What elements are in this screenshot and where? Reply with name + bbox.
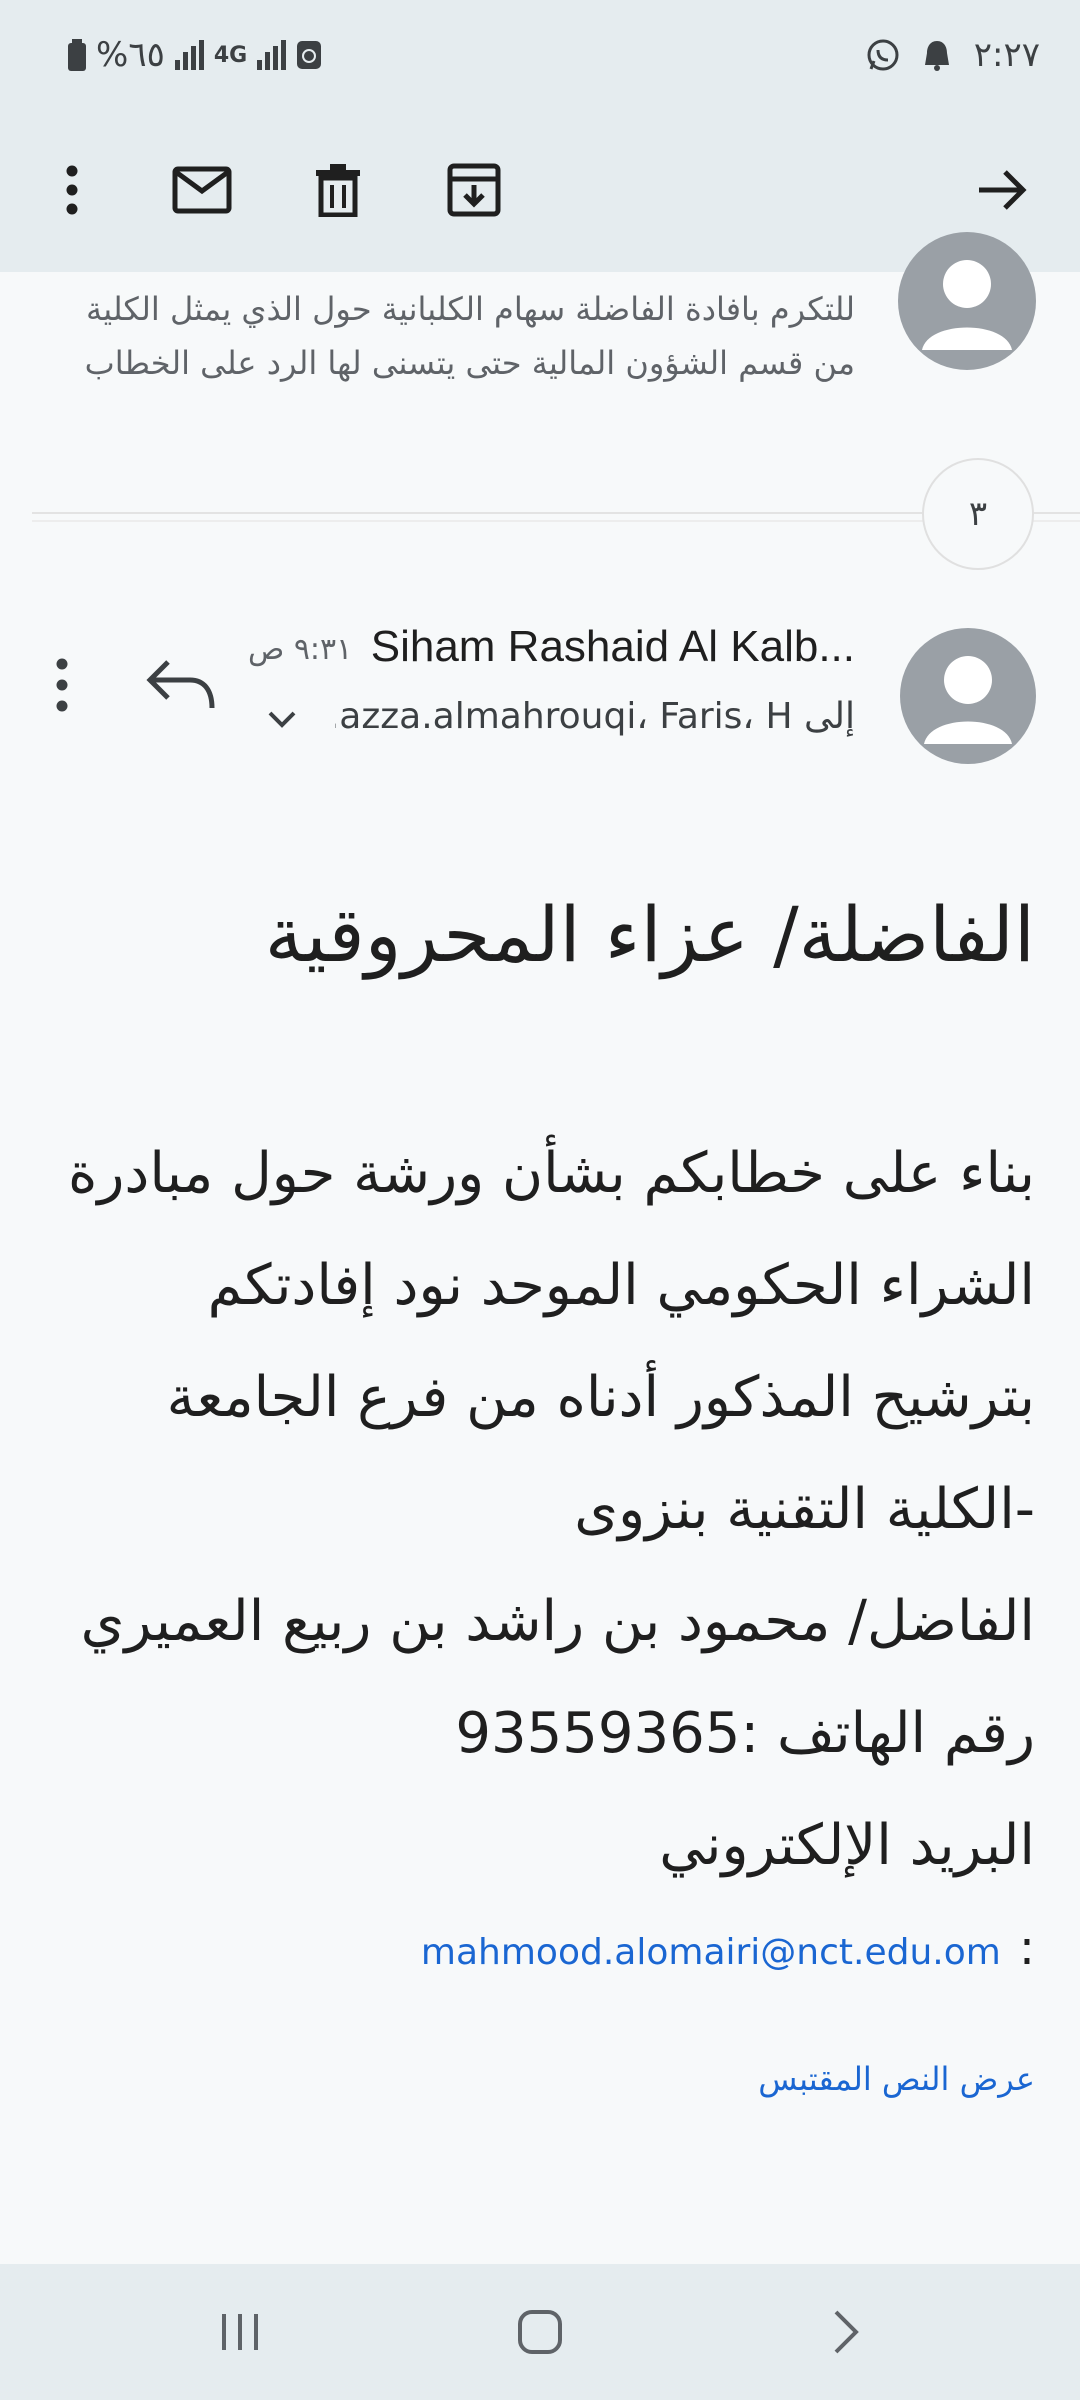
message-body: بناء على خطابكم بشأن ورشة حول مبادرة الش… bbox=[25, 1118, 1035, 1902]
battery-icon bbox=[68, 39, 86, 71]
mark-unread-button[interactable] bbox=[162, 150, 242, 230]
network-type: 4G bbox=[213, 42, 248, 68]
body-salutation: الفاضلة/ عزاء المحروقية bbox=[264, 890, 1035, 979]
clock: ٢:٢٧ bbox=[973, 35, 1040, 75]
sender-name: Siham Rashaid Al Kalb... bbox=[295, 622, 855, 672]
whatsapp-icon bbox=[867, 39, 899, 71]
delete-icon bbox=[316, 164, 360, 217]
delete-button[interactable] bbox=[298, 150, 378, 230]
body-line: الشراء الحكومي الموحد نود إفادتكم bbox=[207, 1253, 1035, 1318]
message-more-button[interactable] bbox=[42, 650, 82, 720]
more-options-button[interactable] bbox=[32, 150, 112, 230]
preview-line: للتكرم بافادة الفاضلة سهام الكلبانية حول… bbox=[86, 290, 855, 328]
body-line: البريد الإلكتروني bbox=[659, 1813, 1035, 1878]
chevron-right-icon bbox=[834, 2310, 859, 2354]
body-line: الفاضل/ محمود بن راشد بن ربيع العميري bbox=[80, 1589, 1035, 1654]
email-link[interactable]: mahmood.alomairi@nct.edu.om bbox=[421, 1932, 1001, 1973]
status-right: ٢:٢٧ bbox=[866, 30, 1040, 80]
home-button[interactable] bbox=[500, 2302, 580, 2362]
sender-name-text: Siham Rashaid Al Kalb... bbox=[370, 622, 855, 671]
battery-percent: %٦٥ bbox=[96, 35, 165, 75]
avatar-previous-sender bbox=[898, 232, 1036, 370]
email-colon: : bbox=[1018, 1920, 1035, 1976]
archive-button[interactable] bbox=[434, 150, 514, 230]
status-left: %٦٥ 4G bbox=[68, 30, 322, 80]
home-icon bbox=[518, 2310, 562, 2354]
person-icon bbox=[924, 656, 1012, 744]
more-vert-icon bbox=[66, 165, 78, 215]
signal-icon bbox=[174, 40, 204, 70]
recipients[interactable]: إلى azza.almahrouqi، Faris، H... bbox=[335, 696, 855, 737]
body-line: بترشيح المذكور أدناه من فرع الجامعة bbox=[166, 1365, 1035, 1430]
navigation-bar bbox=[0, 2264, 1080, 2400]
person-icon bbox=[922, 260, 1012, 350]
body-line: -الكلية التقنية بنزوى bbox=[574, 1477, 1035, 1542]
recents-icon bbox=[222, 2314, 258, 2350]
signal-icon-2 bbox=[257, 40, 287, 70]
more-vert-icon bbox=[56, 658, 68, 712]
chevron-down-icon[interactable] bbox=[262, 700, 302, 740]
message-toolbar bbox=[0, 110, 1080, 272]
reply-icon bbox=[146, 660, 215, 709]
archive-icon bbox=[447, 163, 501, 217]
app-notification-icon bbox=[924, 41, 949, 71]
email-row: mahmood.alomairi@nct.edu.om: bbox=[35, 1920, 1035, 1976]
back-button[interactable] bbox=[962, 150, 1042, 230]
back-nav-button[interactable] bbox=[806, 2302, 886, 2362]
preview-line: من قسم الشؤون المالية حتى يتسنى لها الرد… bbox=[84, 344, 855, 382]
recents-button[interactable] bbox=[200, 2302, 280, 2362]
show-quoted-text-link[interactable]: عرض النص المقتبس bbox=[535, 2060, 1035, 2098]
collapsed-messages-badge[interactable]: ٣ bbox=[922, 458, 1034, 570]
reply-button[interactable] bbox=[142, 650, 222, 720]
previous-message-preview[interactable]: للتكرم بافادة الفاضلة سهام الكلبانية حول… bbox=[55, 282, 855, 390]
mail-icon bbox=[172, 166, 232, 214]
message-time: ٩:٣١ ص bbox=[248, 632, 353, 667]
body-line: بناء على خطابكم بشأن ورشة حول مبادرة bbox=[68, 1141, 1035, 1206]
data-saver-icon bbox=[297, 41, 322, 69]
body-line: رقم الهاتف :93559365 bbox=[455, 1701, 1035, 1766]
status-bar: %٦٥ 4G ٢:٢٧ bbox=[0, 0, 1080, 110]
arrow-forward-icon bbox=[979, 170, 1027, 210]
avatar-sender bbox=[900, 628, 1036, 764]
